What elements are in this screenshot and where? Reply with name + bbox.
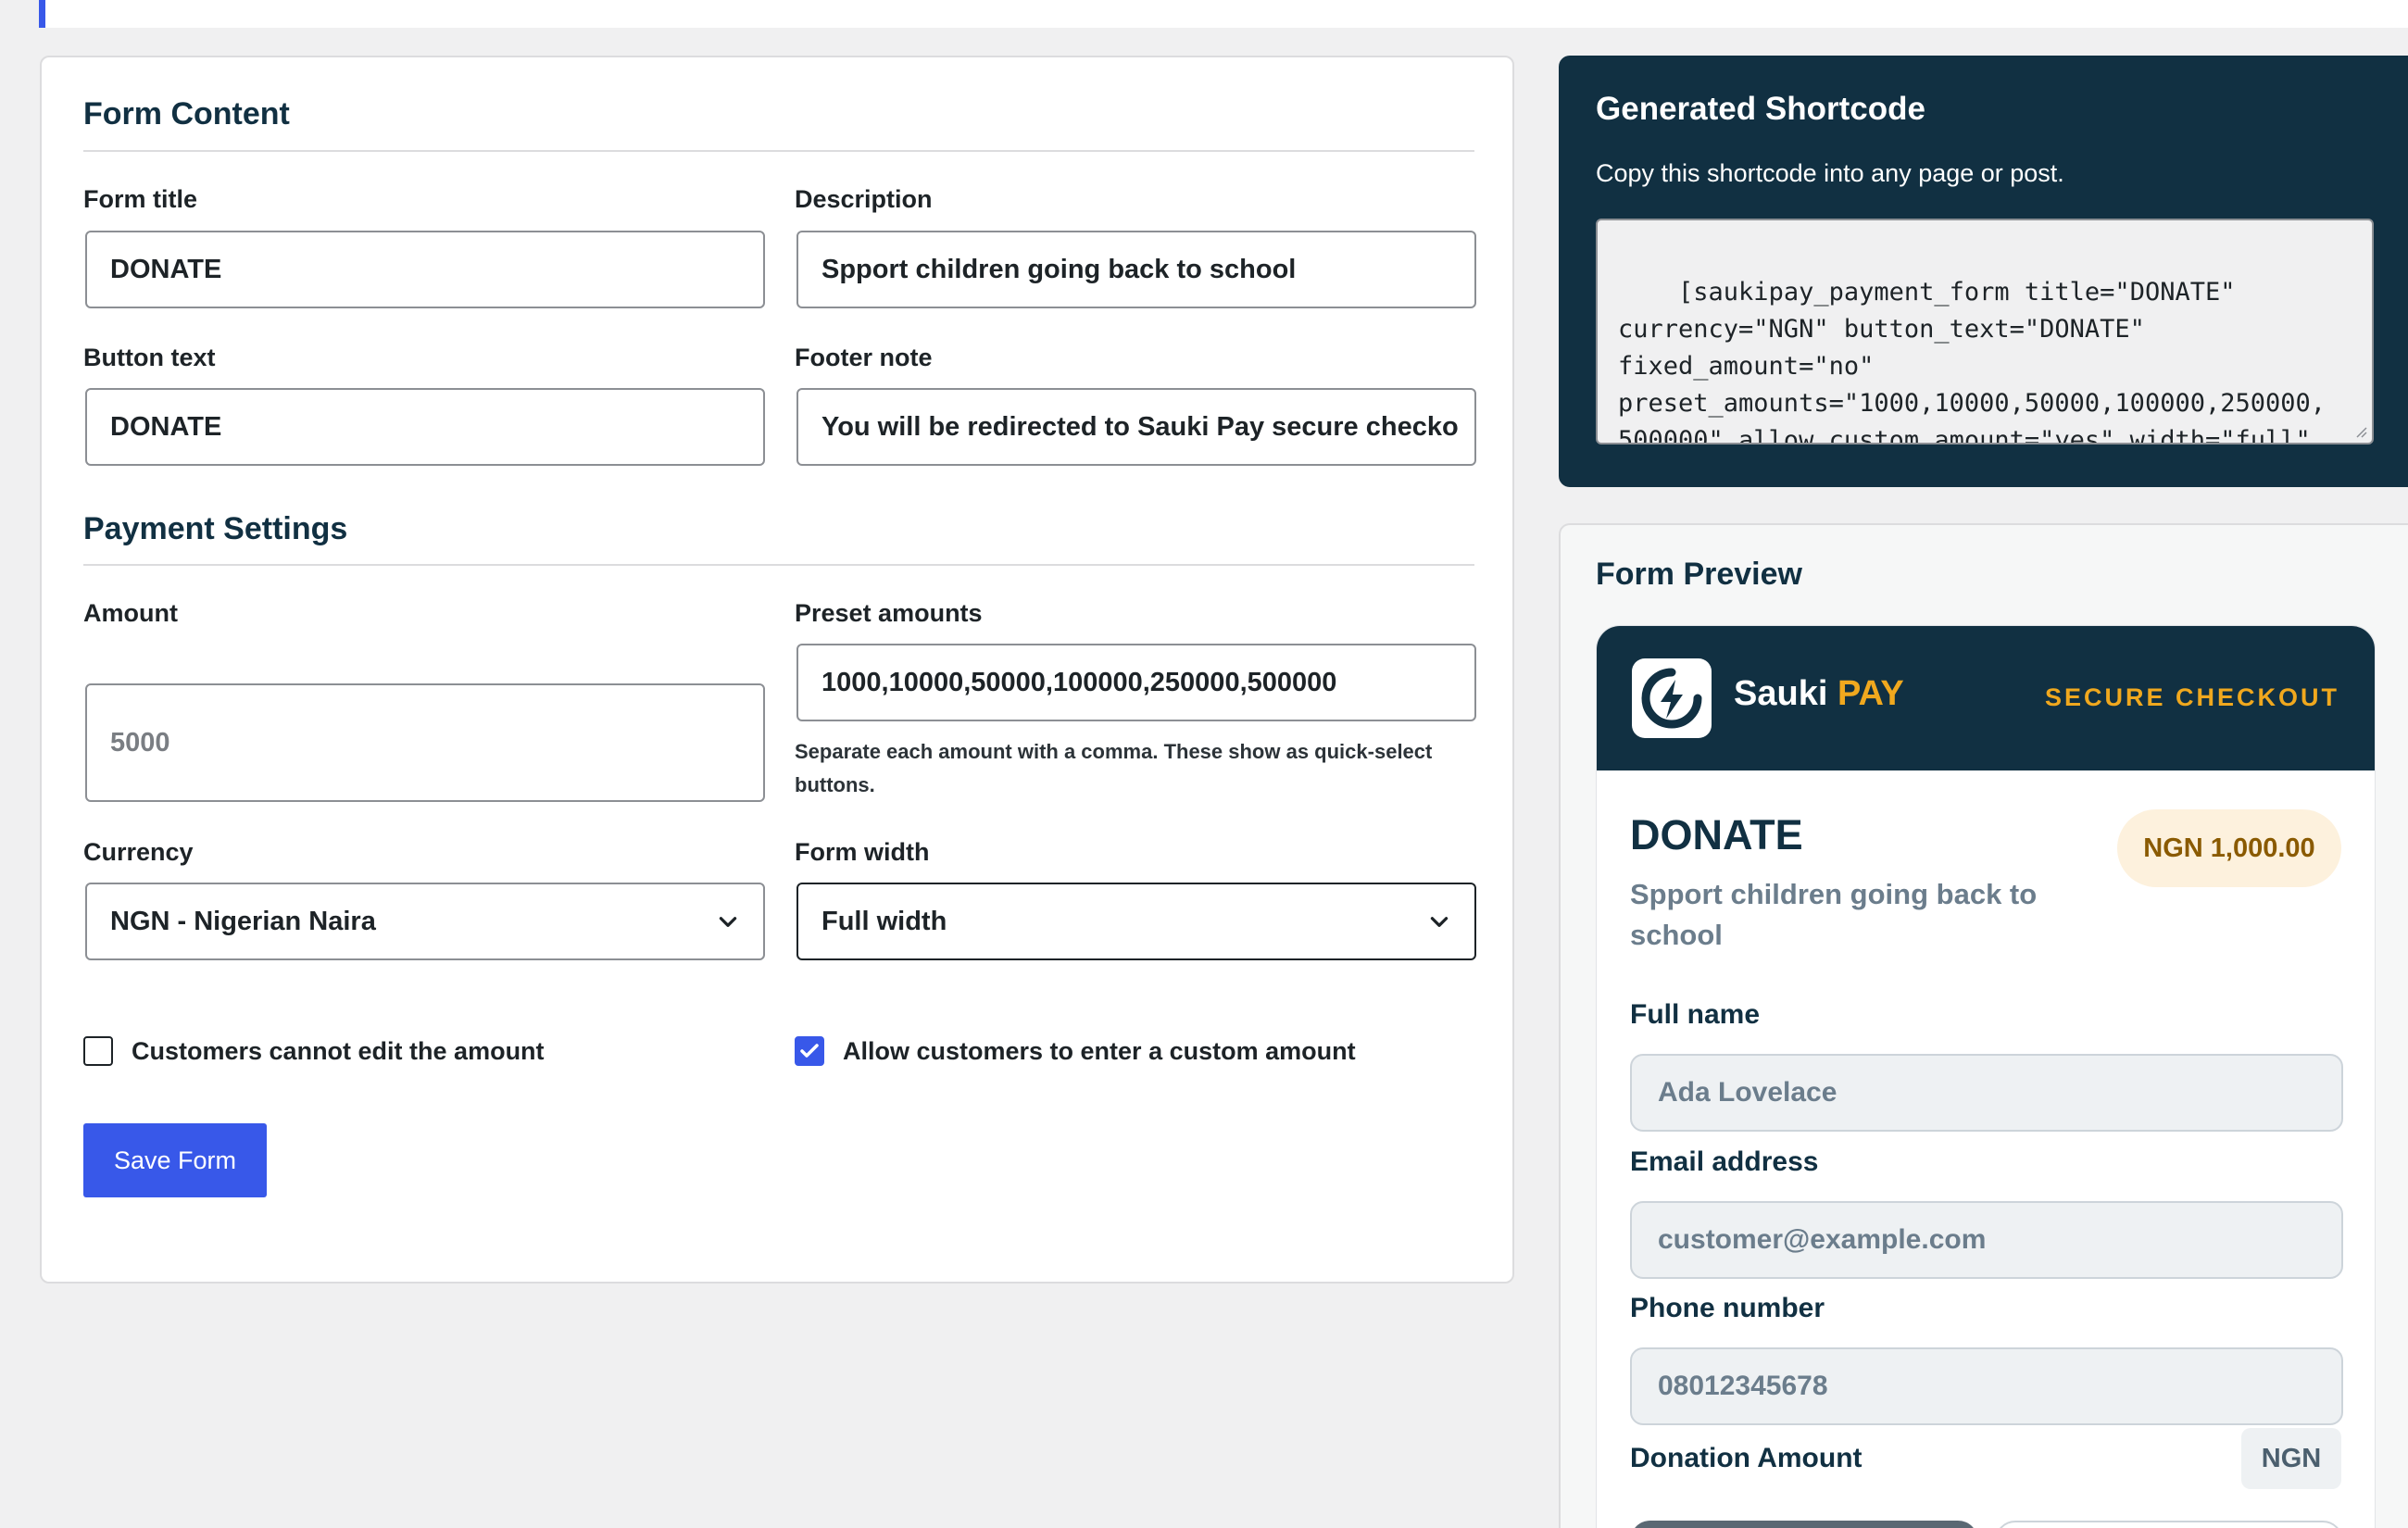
email-label: Email address [1630,1146,1819,1177]
form-width-select[interactable]: Full width [796,883,1476,960]
custom-amount-checkbox[interactable] [795,1036,824,1066]
save-form-button[interactable]: Save Form [83,1123,267,1197]
preset-amount-button[interactable] [1630,1521,1978,1528]
sauki-logo-icon [1632,658,1712,738]
phone-input[interactable]: 08012345678 [1630,1347,2343,1425]
amount-label: Amount [83,599,178,627]
preset-amounts-label: Preset amounts [795,599,983,627]
footer-note-input[interactable]: You will be redirected to Sauki Pay secu… [796,388,1476,466]
button-text-label: Button text [83,344,216,371]
preset-amounts-input[interactable]: 1000,10000,50000,100000,250000,500000 [796,644,1476,721]
preset-amounts-help: Separate each amount with a comma. These… [795,740,1433,796]
currency-chip: NGN [2241,1428,2341,1489]
shortcode-subtitle: Copy this shortcode into any page or pos… [1596,159,2064,187]
currency-label: Currency [83,838,194,866]
full-name-input[interactable]: Ada Lovelace [1630,1054,2343,1132]
button-text-input[interactable]: DONATE [85,388,765,466]
fixed-amount-label: Customers cannot edit the amount [132,1037,545,1065]
shortcode-card: Generated Shortcode Copy this shortcode … [1559,56,2408,487]
form-title-label: Form title [83,185,198,213]
resize-handle-icon[interactable] [2353,424,2368,439]
checkmark-icon [800,1044,819,1058]
preset-amount-button[interactable] [1995,1521,2343,1528]
form-width-select-value: Full width [821,906,947,936]
donation-amount-label: Donation Amount [1630,1443,1862,1473]
amount-badge: NGN 1,000.00 [2117,809,2341,887]
description-input[interactable]: Spport children going back to school [796,231,1476,308]
checkout-header: Sauki PAY SECURE CHECKOUT [1597,626,2375,770]
preview-description: Spport children going back to school [1630,878,2038,951]
full-name-label: Full name [1630,999,1761,1030]
payment-settings-heading: Payment Settings [83,511,348,546]
form-settings-card: Form Content Form title DONATE Descripti… [40,56,1514,1284]
section-divider [83,564,1474,566]
email-input[interactable]: customer@example.com [1630,1201,2343,1279]
description-label: Description [795,185,933,213]
form-width-label: Form width [795,838,930,866]
chevron-down-icon [1430,917,1449,927]
form-preview-card: Form Preview Sauki PAY SECURE CHECKOUT D… [1559,523,2408,1528]
form-content-heading: Form Content [83,96,290,132]
currency-select[interactable]: NGN - Nigerian Naira [85,883,765,960]
fixed-amount-checkbox[interactable] [83,1036,113,1066]
chevron-down-icon [719,917,737,927]
preview-form-title: DONATE [1630,811,1803,858]
shortcode-textarea[interactable]: [saukipay_payment_form title="DONATE" cu… [1596,219,2374,445]
footer-note-label: Footer note [795,344,933,371]
phone-label: Phone number [1630,1293,1825,1323]
secure-checkout-label: SECURE CHECKOUT [2044,683,2339,711]
form-preview-title: Form Preview [1596,557,1802,592]
amount-input[interactable]: 5000 [85,683,765,802]
brand-name: Sauki PAY [1734,674,1904,713]
shortcode-title: Generated Shortcode [1596,91,1925,127]
custom-amount-label: Allow customers to enter a custom amount [843,1037,1356,1065]
preview-checkout-panel: Sauki PAY SECURE CHECKOUT DONATE Spport … [1596,625,2376,1528]
form-title-input[interactable]: DONATE [85,231,765,308]
admin-notice-bar [39,0,2408,28]
shortcode-text: [saukipay_payment_form title="DONATE" cu… [1618,278,2326,445]
currency-select-value: NGN - Nigerian Naira [110,906,376,936]
section-divider [83,150,1474,152]
